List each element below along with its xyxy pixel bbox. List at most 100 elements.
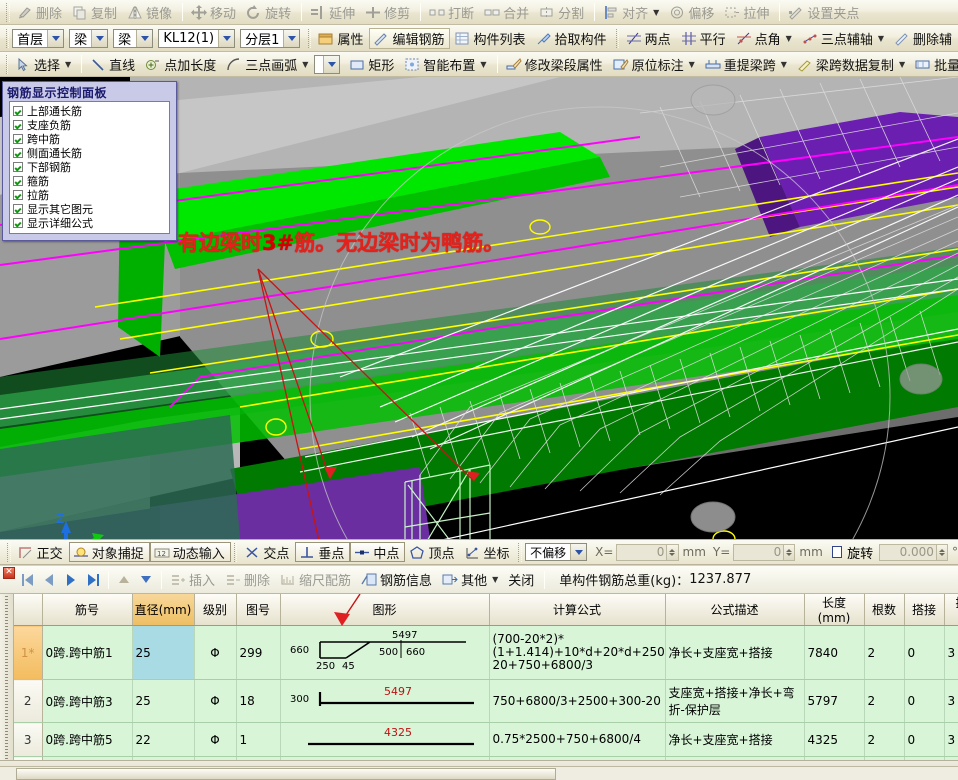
toolbar-button-copy-span-data[interactable]: 梁跨数据复制 ▼ bbox=[793, 54, 911, 75]
statusbar-grip[interactable] bbox=[233, 542, 238, 562]
toolbar-button-set-grip[interactable]: 设置夹点 bbox=[784, 2, 865, 23]
toolbar-button-point-angle[interactable]: 点角 ▼ bbox=[732, 28, 798, 49]
chevron-down-icon[interactable]: ▼ bbox=[899, 60, 905, 69]
column-header-formula[interactable]: 计算公式 bbox=[489, 594, 666, 626]
cell-length[interactable]: 4325 bbox=[804, 722, 865, 757]
toolbar-button-smart-layout[interactable]: 智能布置 ▼ bbox=[400, 54, 492, 75]
first-record-button[interactable] bbox=[16, 570, 38, 590]
toolbar-button-split[interactable]: 分割 bbox=[535, 2, 590, 23]
cell-length[interactable]: 5797 bbox=[804, 679, 865, 723]
checkbox-icon[interactable] bbox=[13, 120, 23, 130]
table-row[interactable]: 2 0跨.跨中筋3 25 Φ 18 300 5497 750+6800/3+25… bbox=[14, 679, 958, 723]
rebar-display-checkbox-list[interactable]: 上部通长筋 支座负筋 跨中筋 侧面通长筋 下部钢筋 箍筋 拉筋 显示其它图元 显… bbox=[9, 101, 170, 234]
toolbar-grip[interactable] bbox=[6, 54, 8, 74]
toolbar-button-component-list[interactable]: 构件列表 bbox=[450, 28, 531, 49]
statusbar-button-intersection[interactable]: 交点 bbox=[240, 542, 295, 562]
cell-loss[interactable]: 3 bbox=[944, 722, 958, 757]
subcategory-combo[interactable]: 梁 bbox=[113, 28, 154, 48]
checkbox-row[interactable]: 下部钢筋 bbox=[13, 160, 169, 174]
rebar-button-insert[interactable]: 插入 bbox=[166, 569, 221, 590]
toolbar-button-rectangle[interactable]: 矩形 bbox=[345, 54, 400, 75]
toolbar-button-re-extract-span[interactable]: 重提梁跨 ▼ bbox=[701, 54, 793, 75]
horizontal-scrollbar[interactable] bbox=[0, 766, 958, 780]
toolbar-button-rotate[interactable]: 旋转 bbox=[242, 2, 297, 23]
cell-diameter[interactable]: 25 bbox=[132, 679, 195, 723]
close-icon[interactable]: ✕ bbox=[3, 566, 15, 579]
cell-formula[interactable]: (700-20*2)*(1+1.414)+10*d+20*d+2500-20+7… bbox=[489, 625, 666, 680]
column-header-loss[interactable]: 损耗(%) bbox=[944, 594, 958, 626]
chevron-down-icon[interactable]: ▼ bbox=[653, 8, 659, 17]
panel-close-gutter[interactable]: ✕ bbox=[2, 566, 16, 593]
cell-loss[interactable]: 3 bbox=[944, 625, 958, 680]
toolbar-button-three-point-arc[interactable]: 三点画弧 ▼ bbox=[222, 54, 314, 75]
cell-grade[interactable]: Φ bbox=[194, 722, 237, 757]
scrollbar-thumb[interactable] bbox=[16, 767, 556, 780]
cell-rebar-number[interactable]: 0跨.跨中筋5 bbox=[42, 722, 133, 757]
toolbar-button-pick-component[interactable]: 拾取构件 bbox=[532, 28, 613, 49]
statusbar-grip[interactable] bbox=[7, 542, 11, 562]
toolbar-button-offset[interactable]: 偏移 bbox=[665, 2, 720, 23]
cell-shape[interactable]: 300 5497 bbox=[280, 679, 490, 723]
statusbar-button-coordinate[interactable]: 坐标 bbox=[460, 542, 515, 562]
toolbar-button-align[interactable]: 对齐 ▼ bbox=[599, 2, 665, 23]
rotate-checkbox[interactable] bbox=[831, 546, 843, 558]
column-header-diameter[interactable]: 直径(mm) bbox=[132, 594, 195, 626]
chevron-down-icon[interactable] bbox=[283, 29, 300, 47]
rebar-button-rebar-info[interactable]: 钢筋信息 bbox=[357, 569, 438, 590]
checkbox-icon[interactable] bbox=[13, 106, 23, 116]
checkbox-icon[interactable] bbox=[13, 176, 23, 186]
chevron-down-icon[interactable]: ▼ bbox=[689, 60, 695, 69]
row-index[interactable]: 2 bbox=[14, 679, 43, 723]
chevron-down-icon[interactable] bbox=[136, 29, 153, 47]
chevron-down-icon[interactable] bbox=[218, 29, 235, 47]
checkbox-icon[interactable] bbox=[13, 148, 23, 158]
cell-shape-number[interactable]: 18 bbox=[236, 679, 281, 723]
rebar-table[interactable]: 筋号 直径(mm) 级别 图号 图形 计算公式 公式描述 长度(mm) 根数 搭… bbox=[0, 594, 958, 766]
component-combo[interactable]: KL12(1) bbox=[158, 28, 236, 48]
chevron-down-icon[interactable]: ▼ bbox=[480, 60, 486, 69]
column-header-description[interactable]: 公式描述 bbox=[665, 594, 805, 626]
statusbar-button-object-snap[interactable]: 对象捕捉 bbox=[68, 542, 150, 562]
rebar-button-other[interactable]: 其他 ▼ bbox=[438, 569, 504, 590]
rebar-button-close[interactable]: 关闭 bbox=[504, 569, 540, 590]
column-header-count[interactable]: 根数 bbox=[864, 594, 905, 626]
row-index[interactable]: 3 bbox=[14, 722, 43, 757]
checkbox-icon[interactable] bbox=[13, 162, 23, 172]
toolbar-button-point-length[interactable]: 点加长度 bbox=[141, 54, 222, 75]
checkbox-icon[interactable] bbox=[13, 190, 23, 200]
previous-record-button[interactable] bbox=[38, 570, 60, 590]
toolbar-button-delete-axis[interactable]: 删除辅 bbox=[890, 28, 958, 49]
cell-lap[interactable]: 0 bbox=[904, 722, 945, 757]
column-header-length[interactable]: 长度(mm) bbox=[804, 594, 865, 626]
checkbox-icon[interactable] bbox=[13, 204, 23, 214]
toolbar-button-break[interactable]: 打断 bbox=[425, 2, 480, 23]
cell-loss[interactable]: 3 bbox=[944, 679, 958, 723]
toolbar-button-move[interactable]: 移动 bbox=[187, 2, 242, 23]
checkbox-row[interactable]: 显示详细公式 bbox=[13, 216, 169, 230]
statusbar-button-ortho[interactable]: 正交 bbox=[14, 542, 69, 562]
toolbar-grip[interactable] bbox=[615, 28, 619, 48]
checkbox-row[interactable]: 显示其它图元 bbox=[13, 202, 169, 216]
chevron-down-icon[interactable]: ▼ bbox=[878, 34, 884, 43]
cell-shape[interactable]: 660 5497 500 660 250 45 bbox=[280, 625, 490, 680]
chevron-down-icon[interactable]: ▼ bbox=[781, 60, 787, 69]
layer-combo[interactable]: 分层1 bbox=[240, 28, 301, 48]
category-combo[interactable]: 梁 bbox=[69, 28, 109, 48]
offset-mode-combo[interactable]: 不偏移 bbox=[525, 543, 588, 561]
statusbar-button-midpoint[interactable]: 中点 bbox=[350, 542, 406, 562]
column-header-shape-number[interactable]: 图号 bbox=[236, 594, 281, 626]
3d-viewport[interactable]: Z Y X 钢筋显示控制面板 上部通长筋 支座负筋 跨 bbox=[0, 77, 958, 539]
cell-grade[interactable]: Φ bbox=[194, 625, 237, 680]
rotate-input[interactable]: 0.000 bbox=[879, 543, 937, 561]
toolbar-button-select[interactable]: 选择 ▼ bbox=[11, 54, 77, 75]
y-spinner[interactable] bbox=[784, 543, 796, 561]
cell-count[interactable]: 2 bbox=[864, 625, 905, 680]
cell-count[interactable]: 2 bbox=[864, 722, 905, 757]
rebar-grid[interactable]: 筋号 直径(mm) 级别 图号 图形 计算公式 公式描述 长度(mm) 根数 搭… bbox=[14, 594, 958, 766]
cell-diameter[interactable]: 25 bbox=[132, 625, 195, 680]
cell-rebar-number[interactable]: 0跨.跨中筋3 bbox=[42, 679, 133, 723]
chevron-down-icon[interactable] bbox=[91, 29, 108, 47]
cell-lap[interactable]: 0 bbox=[904, 625, 945, 680]
column-header-shape[interactable]: 图形 bbox=[280, 594, 490, 626]
chevron-down-icon[interactable] bbox=[47, 29, 64, 47]
